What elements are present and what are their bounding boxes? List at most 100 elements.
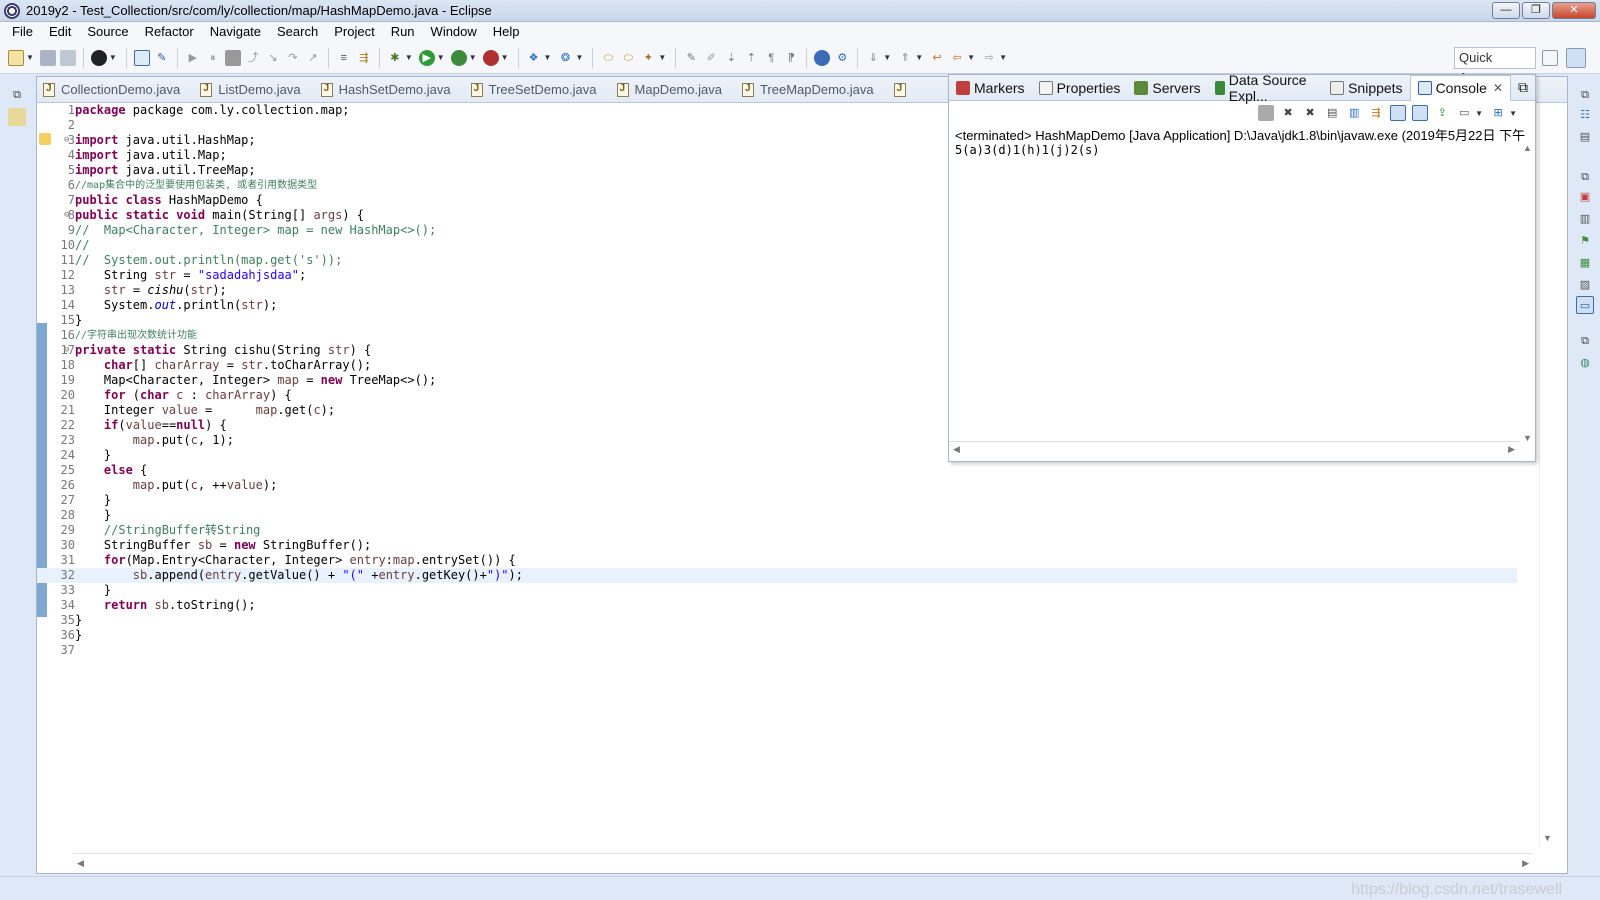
remove-all-terminated-icon[interactable]: ✖ <box>1302 105 1318 121</box>
scroll-left-icon[interactable]: ◀ <box>953 444 960 455</box>
run-dropdown-icon[interactable]: ▼ <box>437 53 445 62</box>
use-step-filters-icon[interactable]: ⇶ <box>356 50 372 66</box>
resume-icon[interactable]: ▶ <box>185 50 201 66</box>
menu-source[interactable]: Source <box>79 22 136 42</box>
tab-treesetdemo[interactable]: TreeSetDemo.java <box>465 77 611 103</box>
tab-data-source-explorer[interactable]: Data Source Expl... <box>1208 72 1323 104</box>
minimize-button[interactable]: — <box>1492 2 1520 19</box>
show-on-stdout-icon[interactable] <box>1390 105 1407 121</box>
properties-view-icon[interactable]: ▥ <box>1576 210 1594 228</box>
back-dropdown-icon[interactable]: ▼ <box>967 53 975 62</box>
menu-navigate[interactable]: Navigate <box>202 22 269 42</box>
debug-dropdown-icon[interactable]: ▼ <box>405 53 413 62</box>
toggle-mark-occurrences-icon[interactable]: ✎ <box>683 50 699 66</box>
open-type-icon[interactable]: ⬭ <box>600 50 616 66</box>
format-icon[interactable]: ⁋ <box>783 50 799 66</box>
new-java-dropdown-icon[interactable]: ▼ <box>544 53 552 62</box>
menu-help[interactable]: Help <box>485 22 528 42</box>
restore-icon[interactable]: ⧉ <box>1576 168 1594 186</box>
run-icon[interactable]: ▶ <box>418 49 435 66</box>
next-edit-icon[interactable]: ⇓ <box>865 50 881 66</box>
open-console-icon[interactable]: ⊞ <box>1490 105 1506 121</box>
close-button[interactable]: ✕ <box>1552 2 1596 19</box>
target-dropdown-icon[interactable]: ▼ <box>109 53 117 62</box>
terminate-icon[interactable] <box>224 49 241 66</box>
new-class-dropdown-icon[interactable]: ▼ <box>575 53 583 62</box>
menu-window[interactable]: Window <box>423 22 485 42</box>
close-tab-icon[interactable]: ✕ <box>1493 81 1503 95</box>
step-return-icon[interactable]: ↗ <box>305 50 321 66</box>
maximize-button[interactable]: ❐ <box>1522 2 1550 19</box>
scroll-left-icon[interactable]: ◀ <box>77 858 84 869</box>
editor-horizontal-scrollbar[interactable]: ◀ ▶ <box>73 853 1533 873</box>
console-view-icon[interactable]: ▭ <box>1576 296 1594 314</box>
back-icon[interactable]: ⇦ <box>949 50 965 66</box>
show-whitespace-icon[interactable]: ¶ <box>763 50 779 66</box>
debug-target-icon[interactable] <box>90 49 107 66</box>
markers-view-icon[interactable]: ▣ <box>1576 188 1594 206</box>
link-editor-icon[interactable]: ⚙ <box>834 50 850 66</box>
coverage-dropdown-icon[interactable]: ▼ <box>469 53 477 62</box>
scroll-lock-icon[interactable]: ▥ <box>1346 105 1362 121</box>
save-all-icon[interactable] <box>59 49 76 66</box>
disconnect-icon[interactable]: ⤴ <box>245 50 261 66</box>
console-vertical-scrollbar[interactable]: ▲ ▼ <box>1519 143 1535 443</box>
tab-snippets[interactable]: Snippets <box>1323 75 1409 101</box>
task-list-icon[interactable]: ▤ <box>1576 128 1594 146</box>
scroll-down-icon[interactable]: ▼ <box>1543 833 1552 843</box>
tab-mapdemo[interactable]: MapDemo.java <box>611 77 736 103</box>
console-output[interactable]: 5(a)3(d)1(h)1(j)2(s) <box>955 143 1100 157</box>
restore-icon[interactable]: ⧉ <box>1576 332 1594 350</box>
prev-edit-icon[interactable]: ⇑ <box>897 50 913 66</box>
project-explorer-icon[interactable] <box>8 108 26 126</box>
prev-annotation-icon[interactable]: ⇡ <box>743 50 759 66</box>
palette-icon[interactable]: ◍ <box>1576 354 1594 372</box>
toggle-block-selection-icon[interactable]: ✐ <box>703 50 719 66</box>
tab-hashmapdemo[interactable] <box>888 77 926 103</box>
scroll-right-icon[interactable]: ▶ <box>1522 858 1529 869</box>
scroll-down-icon[interactable]: ▼ <box>1523 433 1532 443</box>
fold-icon[interactable]: ⊖ <box>64 343 69 358</box>
new-icon[interactable] <box>8 49 24 66</box>
scroll-up-icon[interactable]: ▲ <box>1523 143 1532 153</box>
pin-console-icon[interactable]: ⇪ <box>1434 105 1450 121</box>
show-on-stderr-icon[interactable] <box>1412 105 1429 121</box>
new-java-project-icon[interactable]: ❖ <box>526 50 542 66</box>
step-into-icon[interactable]: ↘ <box>265 50 281 66</box>
step-over-icon[interactable]: ↷ <box>285 50 301 66</box>
clear-console-icon[interactable]: ▤ <box>1324 105 1340 121</box>
open-perspective-icon[interactable] <box>1542 50 1558 66</box>
data-source-icon[interactable]: ▦ <box>1576 254 1594 272</box>
next-annotation-icon[interactable]: ⇣ <box>723 50 739 66</box>
fold-icon[interactable]: ⊖ <box>64 133 69 148</box>
forward-dropdown-icon[interactable]: ▼ <box>999 53 1007 62</box>
restore-icon[interactable]: ⧉ <box>8 86 26 104</box>
new-dropdown-icon[interactable]: ▼ <box>26 53 34 62</box>
snippets-view-icon[interactable]: ▨ <box>1576 276 1594 294</box>
console-horizontal-scrollbar[interactable]: ◀ ▶ <box>949 441 1519 457</box>
menu-file[interactable]: File <box>4 22 41 42</box>
external-tools-icon[interactable] <box>482 49 499 66</box>
search-dropdown-icon[interactable]: ▼ <box>658 53 666 62</box>
drop-to-frame-icon[interactable]: ≡ <box>336 50 352 66</box>
menu-edit[interactable]: Edit <box>41 22 79 42</box>
outline-icon[interactable]: ☷ <box>1576 106 1594 124</box>
editor-vertical-scrollbar[interactable]: ▼ <box>1539 103 1555 847</box>
tab-treemapdemo[interactable]: TreeMapDemo.java <box>736 77 888 103</box>
open-console-dropdown-icon[interactable]: ▼ <box>1509 109 1517 118</box>
menu-project[interactable]: Project <box>326 22 382 42</box>
console-toggle-icon[interactable] <box>133 49 150 66</box>
tab-collectiondemo[interactable]: CollectionDemo.java <box>37 77 194 103</box>
tab-hashsetdemo[interactable]: HashSetDemo.java <box>315 77 465 103</box>
forward-icon[interactable]: ⇨ <box>981 50 997 66</box>
quick-access-input[interactable]: Quick Access <box>1454 47 1536 85</box>
menu-run[interactable]: Run <box>383 22 423 42</box>
next-edit-dropdown-icon[interactable]: ▼ <box>883 53 891 62</box>
menu-search[interactable]: Search <box>269 22 326 42</box>
last-edit-icon[interactable]: ↩ <box>929 50 945 66</box>
minimize-view-icon[interactable]: ⧉ <box>1511 75 1535 101</box>
java-ee-perspective-icon[interactable] <box>1566 48 1586 68</box>
web-browser-icon[interactable] <box>814 49 831 66</box>
coverage-icon[interactable] <box>450 49 467 66</box>
prev-edit-dropdown-icon[interactable]: ▼ <box>915 53 923 62</box>
